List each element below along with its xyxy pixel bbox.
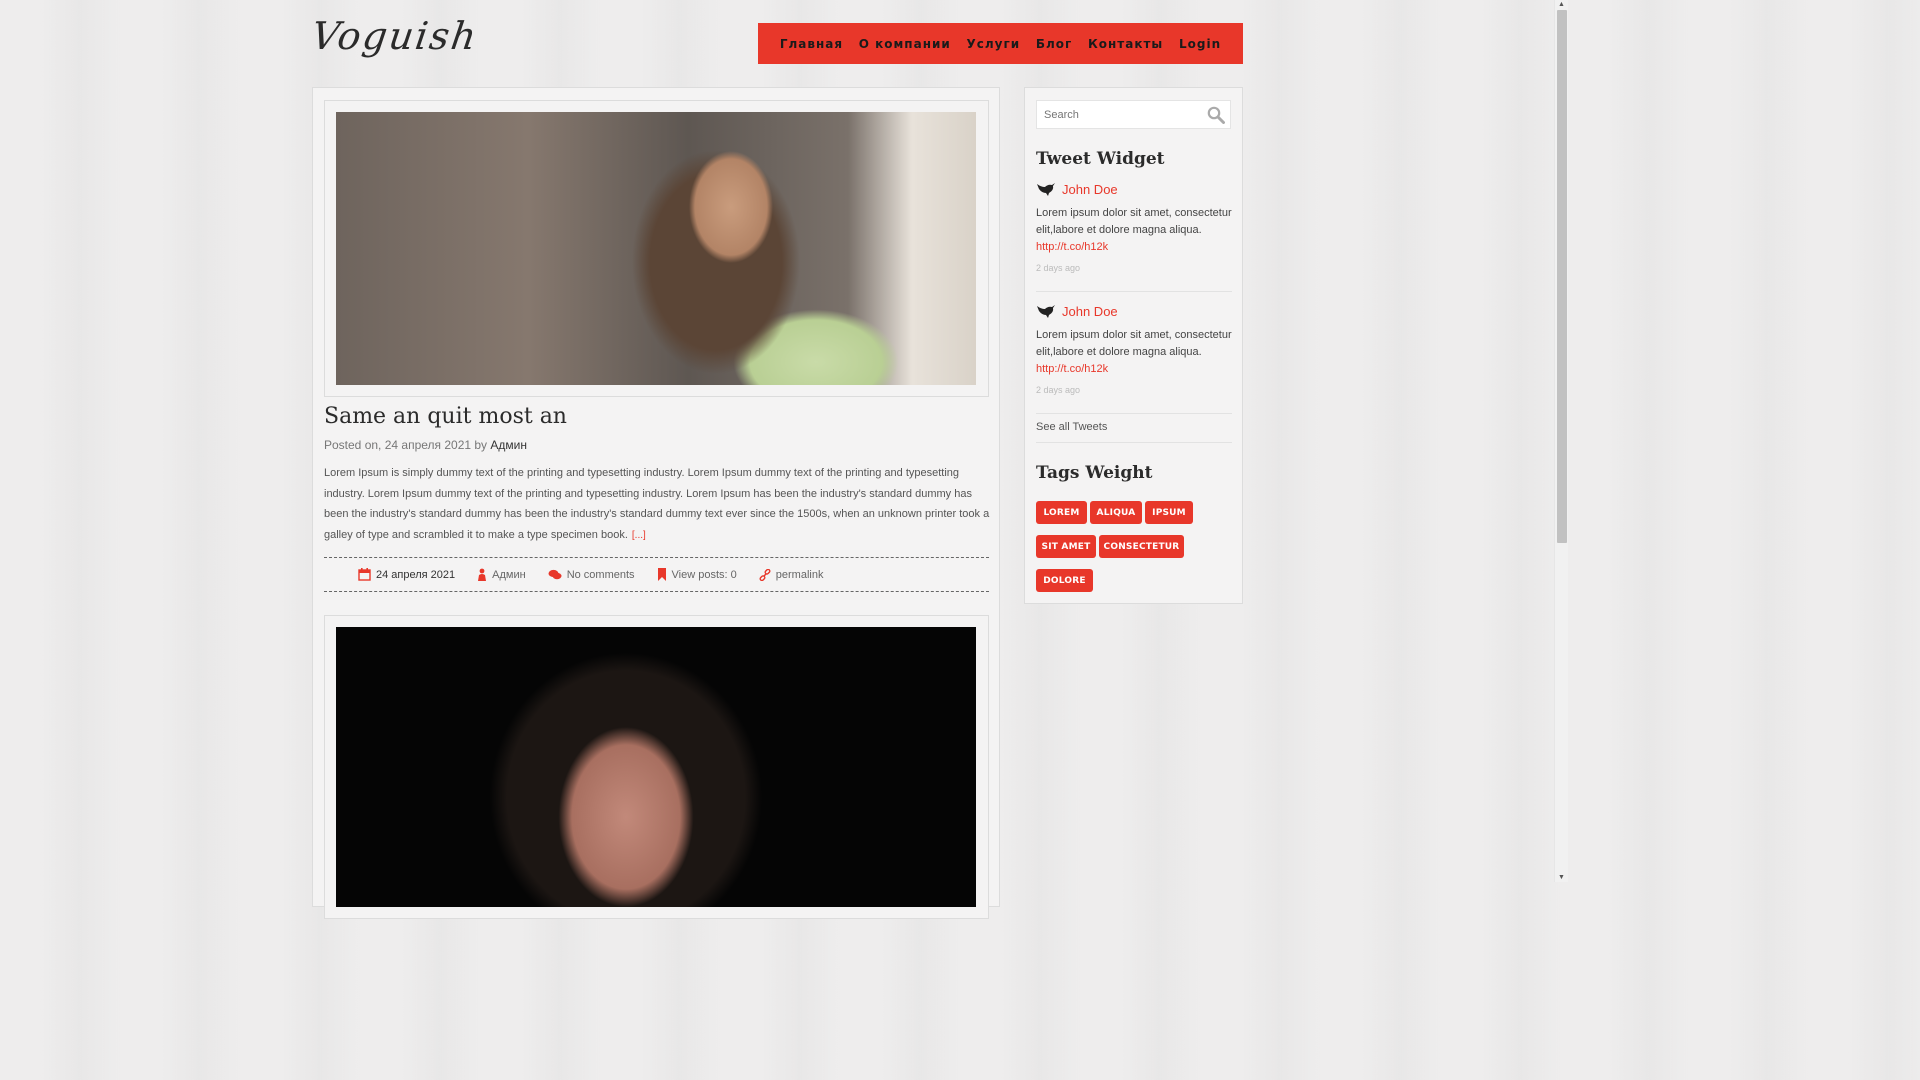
tweet-author[interactable]: John Doe bbox=[1062, 304, 1118, 319]
tweet-author[interactable]: John Doe bbox=[1062, 182, 1118, 197]
post-image-frame bbox=[324, 100, 989, 397]
nav-item-login[interactable]: Login bbox=[1179, 37, 1221, 51]
tweet-text: Lorem ipsum dolor sit amet, consectetur … bbox=[1036, 329, 1232, 358]
see-all-tweets-link[interactable]: See all Tweets bbox=[1036, 421, 1107, 433]
tags-widget-title: Tags Weight bbox=[1036, 463, 1153, 483]
post-info-bar: 24 апреля 2021 Админ No comments View po… bbox=[324, 557, 989, 592]
read-more-link[interactable]: [...] bbox=[632, 530, 646, 541]
tweet-text: Lorem ipsum dolor sit amet, consectetur … bbox=[1036, 207, 1232, 236]
post-author[interactable]: Админ bbox=[477, 568, 526, 581]
nav-item-home[interactable]: Главная bbox=[780, 37, 843, 51]
tag-aliqua[interactable]: ALIQUA bbox=[1090, 501, 1142, 524]
tag-consectetur[interactable]: CONSECTETUR bbox=[1099, 535, 1184, 558]
tag-ipsum[interactable]: IPSUM bbox=[1145, 501, 1193, 524]
post-comments[interactable]: No comments bbox=[548, 569, 635, 581]
main-nav: Главная О компании Услуги Блог Контакты … bbox=[758, 23, 1243, 64]
post-views: View posts: 0 bbox=[657, 568, 737, 581]
post-date: 24 апреля 2021 bbox=[358, 568, 455, 581]
link-icon bbox=[759, 568, 771, 581]
tag-lorem[interactable]: LOREM bbox=[1036, 501, 1087, 524]
scroll-up-arrow-icon[interactable]: ▲ bbox=[1558, 1, 1565, 8]
nav-item-contacts[interactable]: Контакты bbox=[1088, 37, 1163, 51]
tweet-link[interactable]: http://t.co/h12k bbox=[1036, 239, 1232, 256]
scrollbar-thumb[interactable] bbox=[1557, 10, 1567, 543]
user-icon bbox=[478, 568, 487, 581]
tweet-item: John Doe Lorem ipsum dolor sit amet, con… bbox=[1036, 303, 1232, 396]
site-logo[interactable]: Voguish bbox=[309, 14, 481, 58]
post-image-2[interactable] bbox=[336, 627, 976, 907]
tweet-item: John Doe Lorem ipsum dolor sit amet, con… bbox=[1036, 181, 1232, 274]
byline-author[interactable]: Админ bbox=[490, 438, 527, 452]
post-list: Same an quit most an Posted on, 24 апрел… bbox=[312, 87, 1000, 919]
posted-on-text: Posted on, 24 апреля 2021 by bbox=[324, 438, 488, 452]
tweet-link[interactable]: http://t.co/h12k bbox=[1036, 361, 1232, 378]
tweet-time: 2 days ago bbox=[1036, 385, 1081, 395]
sidebar: Tweet Widget John Doe Lorem ipsum dolor … bbox=[1024, 87, 1243, 604]
search-input[interactable] bbox=[1037, 101, 1197, 128]
search-box bbox=[1036, 100, 1231, 129]
search-icon[interactable] bbox=[1207, 106, 1225, 124]
bird-icon bbox=[1037, 183, 1055, 196]
post-permalink[interactable]: permalink bbox=[759, 568, 823, 581]
tweet-time: 2 days ago bbox=[1036, 263, 1081, 273]
comments-icon bbox=[548, 569, 562, 579]
divider bbox=[1036, 291, 1232, 292]
post-excerpt-text: Lorem Ipsum is simply dummy text of the … bbox=[324, 467, 990, 541]
tweet-widget-title: Tweet Widget bbox=[1036, 149, 1165, 169]
bird-icon bbox=[1037, 305, 1055, 318]
post-image[interactable] bbox=[336, 112, 976, 385]
nav-item-about[interactable]: О компании bbox=[859, 37, 951, 51]
divider bbox=[1036, 442, 1232, 443]
post-byline: Posted on, 24 апреля 2021 by Админ bbox=[324, 438, 527, 452]
tag-sit-amet[interactable]: SIT AMET bbox=[1036, 535, 1096, 558]
divider bbox=[1036, 413, 1232, 414]
scrollbar[interactable]: ▲ ▼ bbox=[1554, 0, 1568, 882]
post-title[interactable]: Same an quit most an bbox=[324, 404, 567, 429]
nav-item-services[interactable]: Услуги bbox=[966, 37, 1020, 51]
calendar-icon bbox=[358, 568, 371, 581]
bookmark-icon bbox=[657, 568, 666, 581]
tag-dolore[interactable]: DOLORE bbox=[1036, 569, 1093, 592]
post-image-frame-2 bbox=[324, 615, 989, 919]
post-excerpt: Lorem Ipsum is simply dummy text of the … bbox=[324, 463, 990, 546]
nav-item-blog[interactable]: Блог bbox=[1036, 37, 1072, 51]
scroll-down-arrow-icon[interactable]: ▼ bbox=[1558, 874, 1565, 881]
